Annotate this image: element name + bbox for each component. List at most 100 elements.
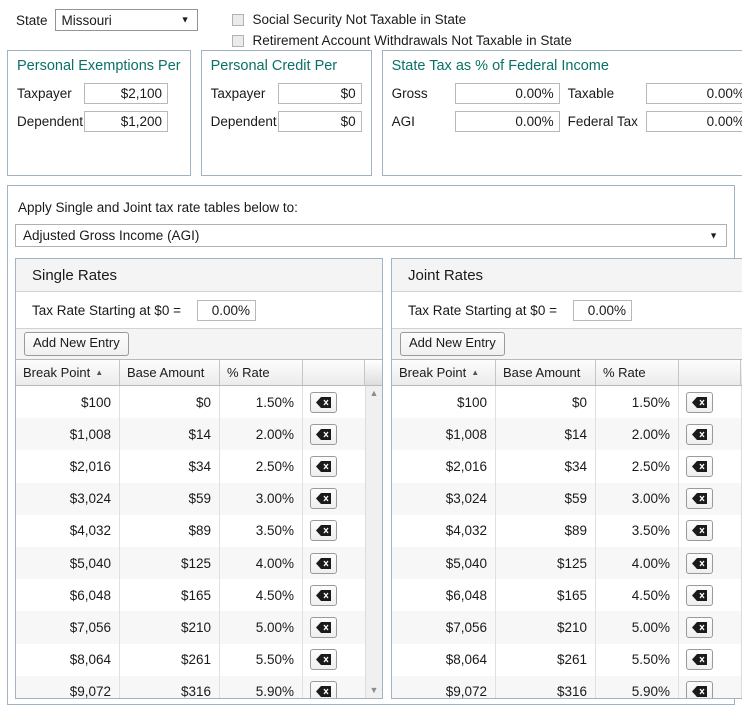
joint-cell-rate[interactable]: 3.00% <box>596 482 679 515</box>
joint-cell-base-amount[interactable]: $316 <box>496 675 596 698</box>
checkbox-retirement-withdrawals[interactable] <box>231 34 244 47</box>
single-col-header-base-amount[interactable]: Base Amount <box>120 360 220 385</box>
single-cell-rate[interactable]: 1.50% <box>220 386 303 419</box>
credit-dependent-input[interactable]: $0 <box>277 111 362 132</box>
single-cell-rate[interactable]: 3.00% <box>220 482 303 515</box>
backspace-delete-icon[interactable] <box>310 488 337 510</box>
gross-input[interactable]: 0.00% <box>454 83 560 104</box>
joint-cell-break-point[interactable]: $6,048 <box>392 579 496 612</box>
single-cell-break-point[interactable]: $2,016 <box>16 450 120 483</box>
joint-col-header-rate[interactable]: % Rate <box>596 360 679 385</box>
joint-cell-rate[interactable]: 2.00% <box>596 418 679 451</box>
checkbox-social-security[interactable] <box>231 13 244 26</box>
joint-cell-base-amount[interactable]: $59 <box>496 482 596 515</box>
joint-cell-break-point[interactable]: $3,024 <box>392 482 496 515</box>
single-cell-base-amount[interactable]: $89 <box>120 514 220 547</box>
joint-cell-rate[interactable]: 5.00% <box>596 611 679 644</box>
joint-cell-rate[interactable]: 4.50% <box>596 579 679 612</box>
backspace-delete-icon[interactable] <box>686 391 713 413</box>
joint-cell-break-point[interactable]: $1,008 <box>392 418 496 451</box>
joint-cell-break-point[interactable]: $9,072 <box>392 675 496 698</box>
single-cell-break-point[interactable]: $100 <box>16 386 120 419</box>
backspace-delete-icon[interactable] <box>686 616 713 638</box>
single-cell-break-point[interactable]: $4,032 <box>16 514 120 547</box>
joint-cell-base-amount[interactable]: $261 <box>496 643 596 676</box>
joint-start-rate-input[interactable]: 0.00% <box>572 299 632 321</box>
single-cell-base-amount[interactable]: $125 <box>120 546 220 580</box>
joint-cell-break-point[interactable]: $8,064 <box>392 643 496 676</box>
joint-cell-base-amount[interactable]: $210 <box>496 611 596 644</box>
joint-cell-base-amount[interactable]: $165 <box>496 579 596 612</box>
joint-cell-rate[interactable]: 1.50% <box>596 386 679 419</box>
single-cell-break-point[interactable]: $9,072 <box>16 675 120 698</box>
joint-col-header-base-amount[interactable]: Base Amount <box>496 360 596 385</box>
single-cell-rate[interactable]: 5.50% <box>220 643 303 676</box>
single-cell-rate[interactable]: 2.50% <box>220 450 303 483</box>
single-cell-base-amount[interactable]: $165 <box>120 579 220 612</box>
single-cell-break-point[interactable]: $8,064 <box>16 643 120 676</box>
backspace-delete-icon[interactable] <box>686 455 713 477</box>
single-cell-rate[interactable]: 3.50% <box>220 514 303 547</box>
single-cell-break-point[interactable]: $6,048 <box>16 579 120 612</box>
joint-col-header-break-point[interactable]: Break Point ▲ <box>392 360 496 385</box>
backspace-delete-icon[interactable] <box>686 584 713 606</box>
backspace-delete-icon[interactable] <box>686 520 713 542</box>
single-start-rate-input[interactable]: 0.00% <box>196 299 256 321</box>
joint-cell-rate[interactable]: 5.50% <box>596 643 679 676</box>
agi-input[interactable]: 0.00% <box>454 111 560 132</box>
joint-cell-rate[interactable]: 3.50% <box>596 514 679 547</box>
backspace-delete-icon[interactable] <box>686 423 713 445</box>
single-table-scrollbar[interactable]: ▲ ▼ <box>365 386 382 698</box>
single-cell-base-amount[interactable]: $34 <box>120 450 220 483</box>
single-cell-base-amount[interactable]: $210 <box>120 611 220 644</box>
triangle-up-icon[interactable]: ▲ <box>370 389 379 398</box>
single-cell-rate[interactable]: 4.00% <box>220 546 303 580</box>
apply-basis-select[interactable]: Adjusted Gross Income (AGI) ▼ <box>15 224 727 247</box>
backspace-delete-icon[interactable] <box>686 488 713 510</box>
exemption-dependent-input[interactable]: $1,200 <box>84 111 168 132</box>
single-cell-rate[interactable]: 5.90% <box>220 675 303 698</box>
joint-cell-break-point[interactable]: $4,032 <box>392 514 496 547</box>
backspace-delete-icon[interactable] <box>310 616 337 638</box>
joint-cell-break-point[interactable]: $100 <box>392 386 496 419</box>
single-cell-rate[interactable]: 5.00% <box>220 611 303 644</box>
taxable-input[interactable]: 0.00% <box>645 83 742 104</box>
joint-cell-base-amount[interactable]: $34 <box>496 450 596 483</box>
single-col-header-rate[interactable]: % Rate <box>220 360 303 385</box>
backspace-delete-icon[interactable] <box>310 455 337 477</box>
joint-cell-rate[interactable]: 2.50% <box>596 450 679 483</box>
joint-cell-base-amount[interactable]: $125 <box>496 546 596 580</box>
single-col-header-break-point[interactable]: Break Point ▲ <box>16 360 120 385</box>
joint-add-new-entry-button[interactable]: Add New Entry <box>400 332 505 356</box>
single-cell-break-point[interactable]: $3,024 <box>16 482 120 515</box>
single-cell-rate[interactable]: 2.00% <box>220 418 303 451</box>
backspace-delete-icon[interactable] <box>686 552 713 574</box>
single-cell-base-amount[interactable]: $14 <box>120 418 220 451</box>
single-cell-base-amount[interactable]: $261 <box>120 643 220 676</box>
joint-cell-break-point[interactable]: $7,056 <box>392 611 496 644</box>
single-cell-break-point[interactable]: $7,056 <box>16 611 120 644</box>
joint-cell-base-amount[interactable]: $89 <box>496 514 596 547</box>
single-cell-base-amount[interactable]: $0 <box>120 386 220 419</box>
single-add-new-entry-button[interactable]: Add New Entry <box>24 332 129 356</box>
joint-cell-break-point[interactable]: $5,040 <box>392 546 496 580</box>
backspace-delete-icon[interactable] <box>686 681 713 698</box>
joint-cell-rate[interactable]: 4.00% <box>596 546 679 580</box>
backspace-delete-icon[interactable] <box>686 649 713 671</box>
joint-cell-base-amount[interactable]: $0 <box>496 386 596 419</box>
backspace-delete-icon[interactable] <box>310 681 337 698</box>
backspace-delete-icon[interactable] <box>310 423 337 445</box>
backspace-delete-icon[interactable] <box>310 552 337 574</box>
joint-cell-base-amount[interactable]: $14 <box>496 418 596 451</box>
backspace-delete-icon[interactable] <box>310 391 337 413</box>
backspace-delete-icon[interactable] <box>310 584 337 606</box>
single-cell-break-point[interactable]: $5,040 <box>16 546 120 580</box>
triangle-down-icon[interactable]: ▼ <box>370 686 379 695</box>
single-cell-base-amount[interactable]: $59 <box>120 482 220 515</box>
exemption-taxpayer-input[interactable]: $2,100 <box>84 83 168 104</box>
single-cell-break-point[interactable]: $1,008 <box>16 418 120 451</box>
single-cell-rate[interactable]: 4.50% <box>220 579 303 612</box>
state-select[interactable]: Missouri ▼ <box>54 9 198 31</box>
credit-taxpayer-input[interactable]: $0 <box>277 83 362 104</box>
joint-cell-rate[interactable]: 5.90% <box>596 675 679 698</box>
